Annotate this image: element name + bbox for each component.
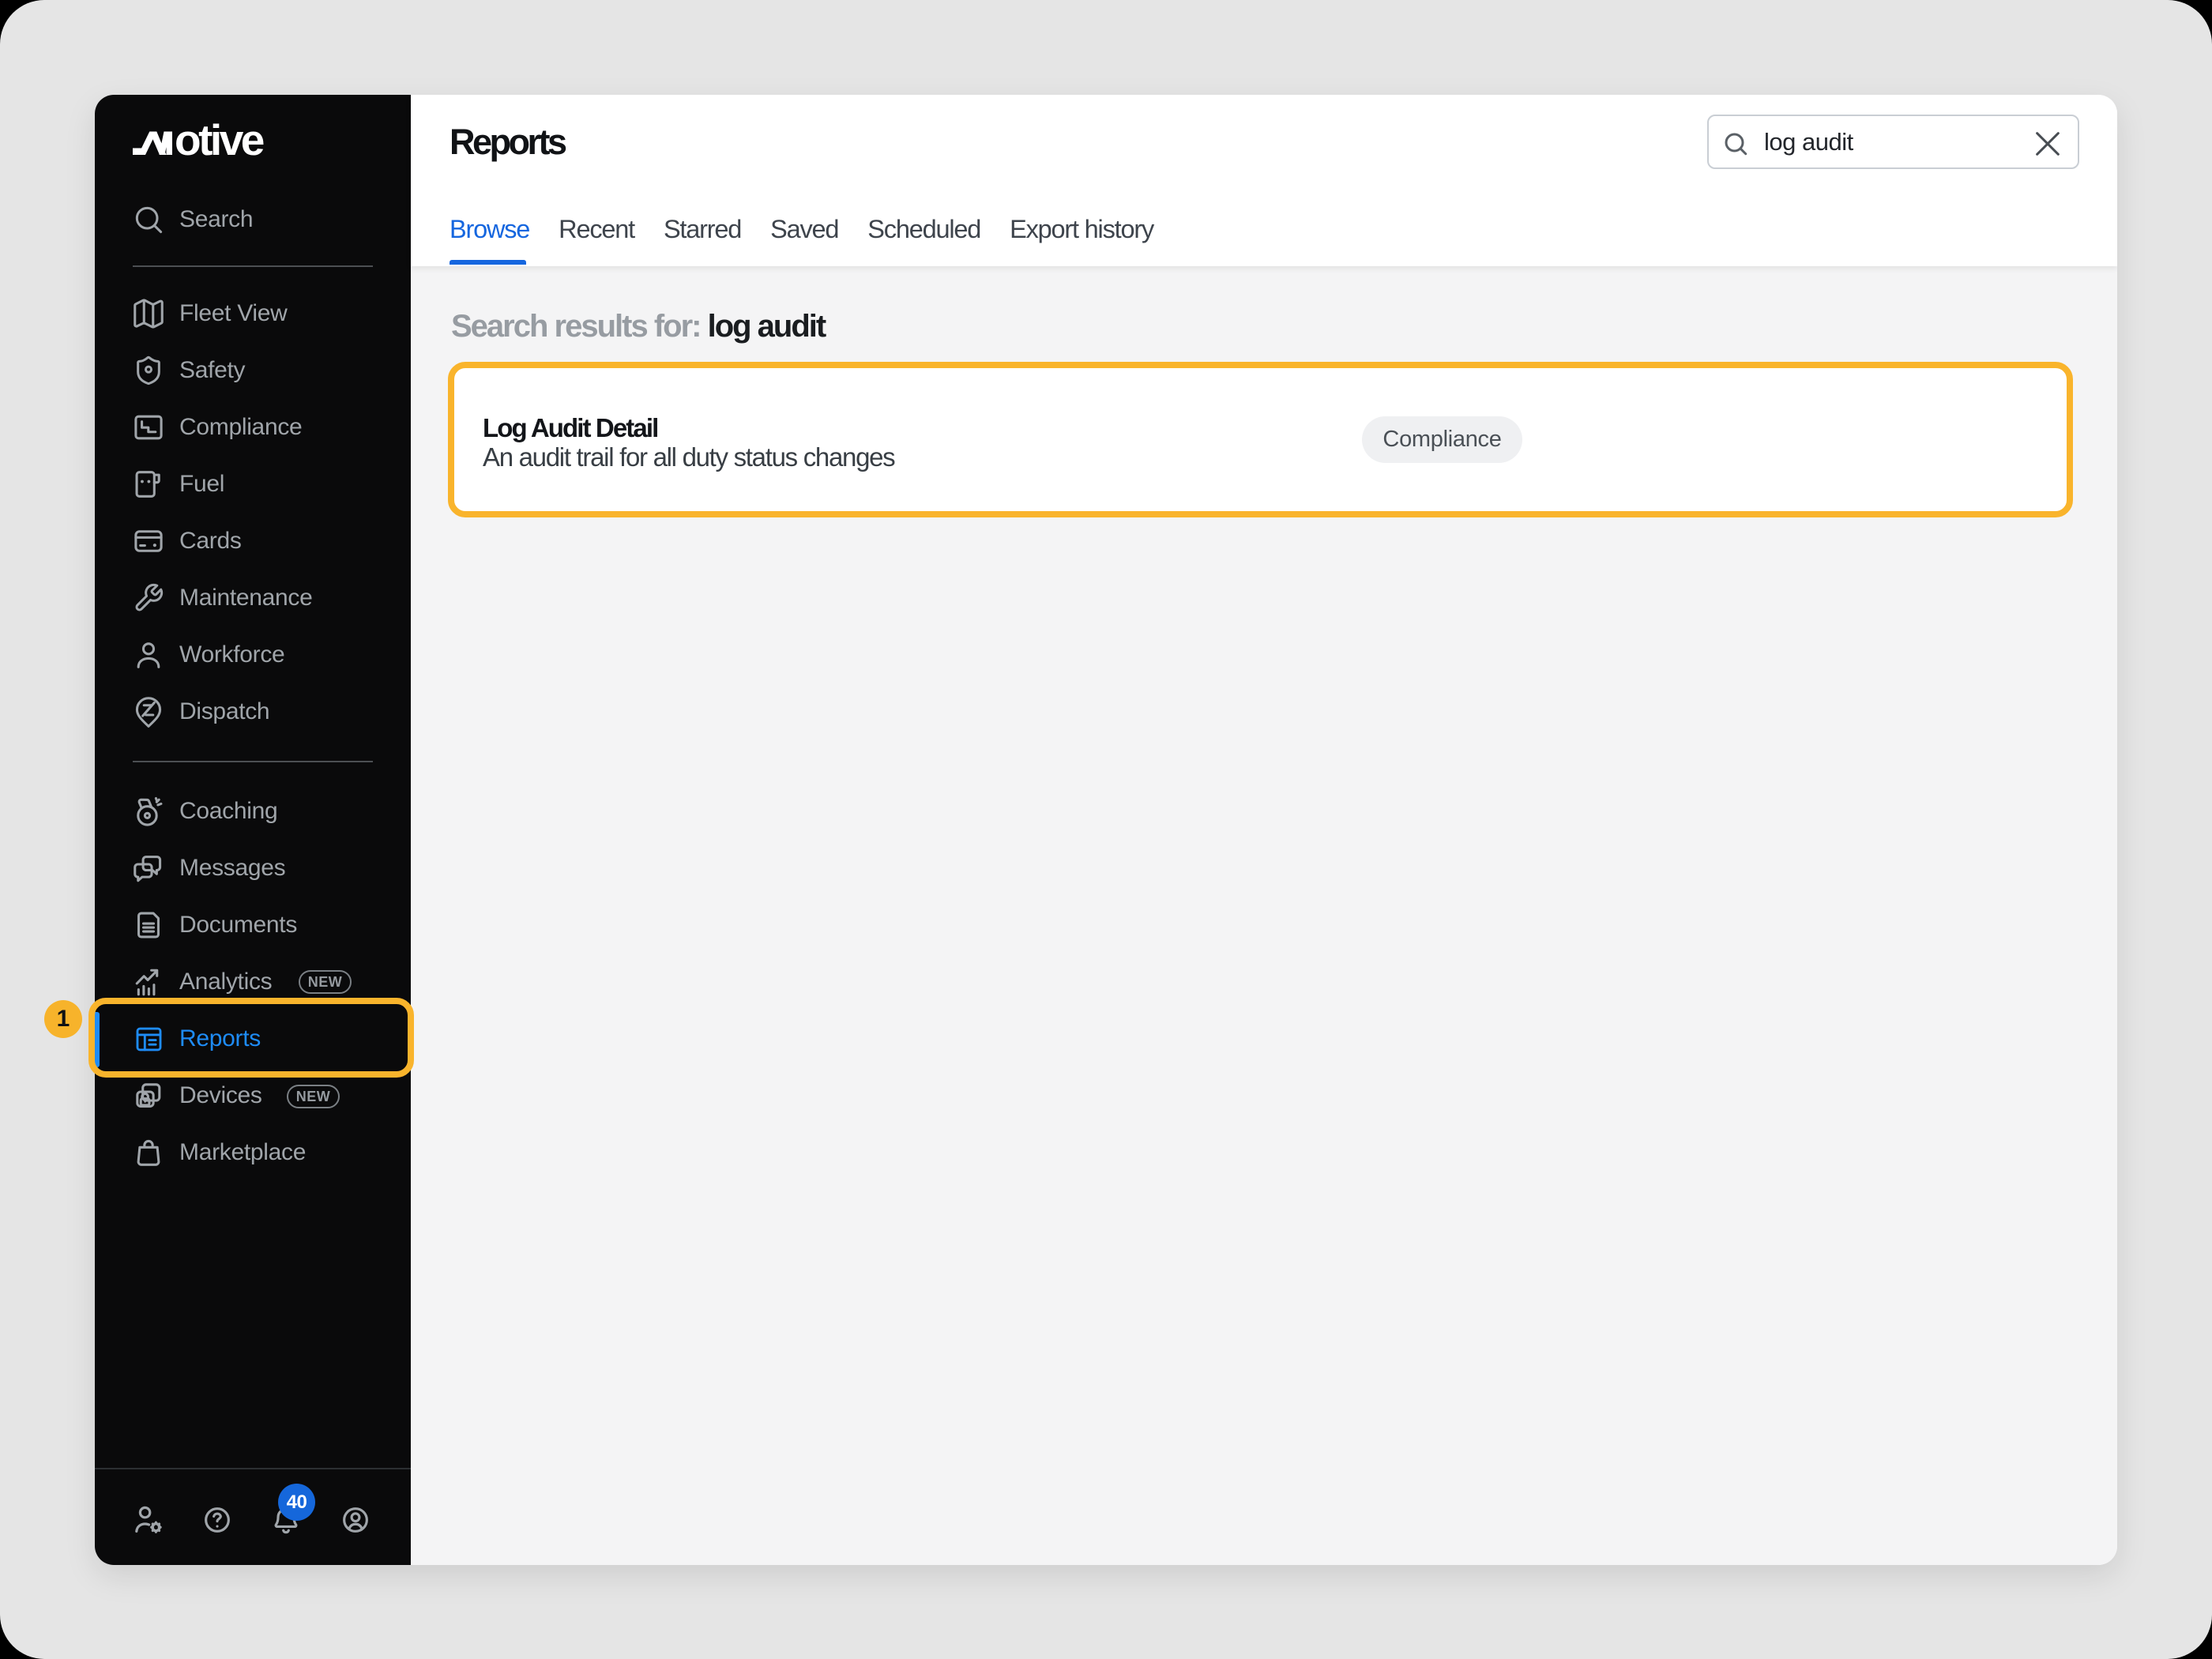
svg-text:otive: otive — [175, 123, 264, 160]
